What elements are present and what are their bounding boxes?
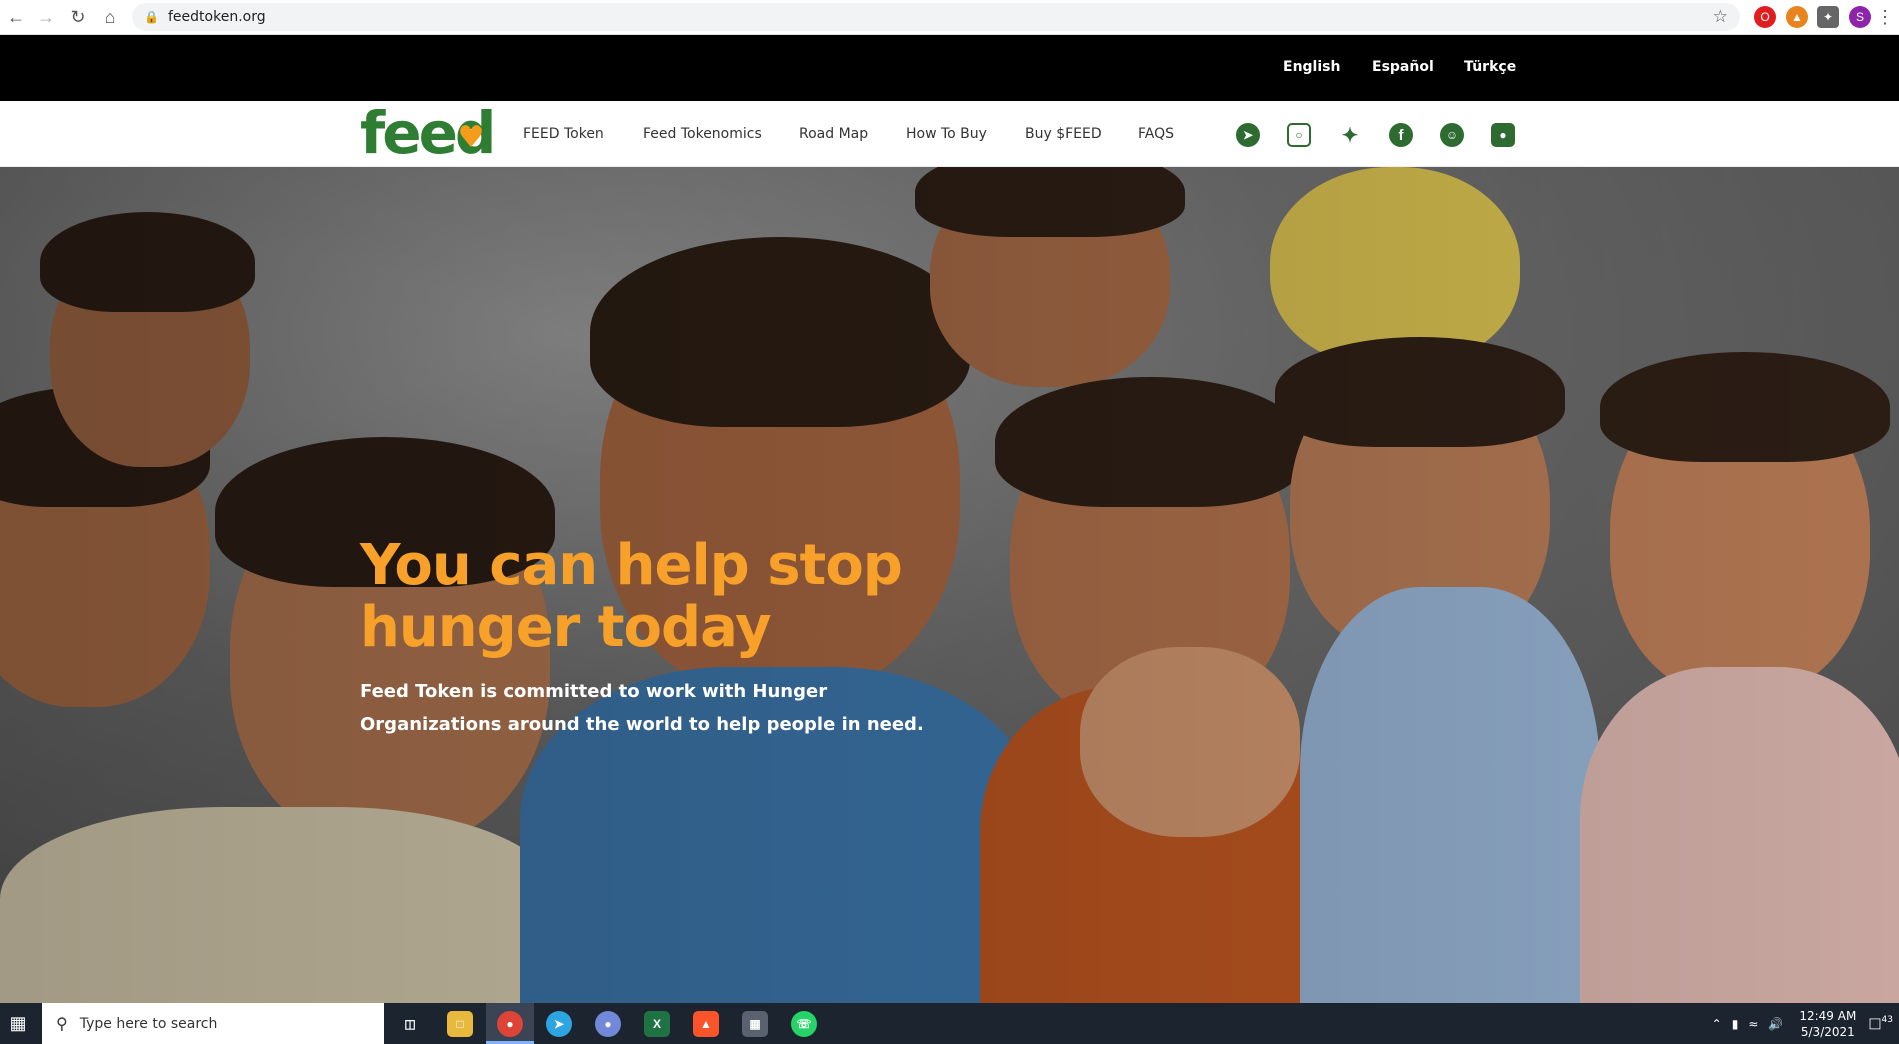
discord-icon[interactable]: ● bbox=[1491, 123, 1515, 147]
volume-icon[interactable]: 🔊 bbox=[1768, 1017, 1783, 1031]
metamask-extension-icon[interactable]: ▲ bbox=[1786, 6, 1808, 28]
main-navigation: feed♥ FEED Token Feed Tokenomics Road Ma… bbox=[0, 101, 1899, 167]
hero-title: You can help stop hunger today bbox=[360, 533, 903, 660]
notification-count: 43 bbox=[1881, 1015, 1893, 1026]
reddit-icon[interactable]: ☺ bbox=[1440, 123, 1464, 147]
twitter-icon[interactable]: ✦ bbox=[1338, 123, 1362, 147]
nav-feed-token[interactable]: FEED Token bbox=[523, 126, 604, 142]
extensions-puzzle-icon[interactable]: ✦ bbox=[1817, 6, 1839, 28]
lock-icon: 🔒 bbox=[144, 10, 159, 24]
windows-taskbar: ▦ ⚲ Type here to search ◫ □ ● ➤ ● X ▲ ▦ … bbox=[0, 1003, 1899, 1044]
file-explorer-icon[interactable]: □ bbox=[447, 1011, 473, 1037]
instagram-icon[interactable]: ○ bbox=[1287, 123, 1311, 147]
browser-toolbar: ← → ↻ ⌂ 🔒 feedtoken.org ☆ O ▲ ✦ S ⋮ bbox=[0, 0, 1899, 35]
nav-how-to-buy[interactable]: How To Buy bbox=[906, 126, 987, 142]
nav-faqs[interactable]: FAQS bbox=[1138, 126, 1174, 142]
language-bar: English Español Türkçe bbox=[0, 35, 1899, 101]
hero-subtitle: Feed Token is committed to work with Hun… bbox=[360, 681, 924, 735]
reload-icon[interactable]: ↻ bbox=[62, 1, 94, 33]
feed-logo[interactable]: feed♥ bbox=[360, 103, 498, 174]
whatsapp-icon[interactable]: ☏ bbox=[791, 1011, 817, 1037]
task-view-icon[interactable]: ◫ bbox=[397, 1011, 423, 1037]
address-bar[interactable]: 🔒 feedtoken.org ☆ bbox=[132, 3, 1740, 31]
calculator-icon[interactable]: ▦ bbox=[742, 1011, 768, 1037]
nav-buy-feed[interactable]: Buy $FEED bbox=[1025, 126, 1102, 142]
windows-start-icon[interactable]: ▦ bbox=[0, 1003, 36, 1044]
chrome-icon[interactable]: ● bbox=[497, 1011, 523, 1037]
telegram-icon[interactable]: ➤ bbox=[1236, 123, 1260, 147]
profile-avatar[interactable]: S bbox=[1849, 6, 1871, 28]
system-tray: ⌃ ▮ ≈ 🔊 12:49 AM 5/3/2021 □43 bbox=[1712, 1003, 1899, 1044]
notification-icon[interactable]: □43 bbox=[1868, 1015, 1893, 1032]
home-icon[interactable]: ⌂ bbox=[94, 1, 126, 33]
lang-turkce[interactable]: Türkçe bbox=[1464, 59, 1516, 75]
nav-road-map[interactable]: Road Map bbox=[799, 126, 868, 142]
back-icon[interactable]: ← bbox=[0, 1, 32, 33]
taskbar-search-box[interactable]: ⚲ Type here to search bbox=[42, 1003, 384, 1044]
clock-time: 12:49 AM bbox=[1799, 1008, 1857, 1023]
chevron-up-icon[interactable]: ⌃ bbox=[1712, 1017, 1722, 1031]
lang-espanol[interactable]: Español bbox=[1372, 59, 1434, 75]
url-text: feedtoken.org bbox=[168, 9, 266, 25]
facebook-icon[interactable]: f bbox=[1389, 123, 1413, 147]
telegram-app-icon[interactable]: ➤ bbox=[546, 1011, 572, 1037]
nav-feed-tokenomics[interactable]: Feed Tokenomics bbox=[643, 126, 762, 142]
brave-icon[interactable]: ▲ bbox=[693, 1011, 719, 1037]
excel-icon[interactable]: X bbox=[644, 1011, 670, 1037]
bookmark-star-icon[interactable]: ☆ bbox=[1713, 7, 1728, 27]
discord-app-icon[interactable]: ● bbox=[595, 1011, 621, 1037]
clock-date: 5/3/2021 bbox=[1800, 1024, 1855, 1039]
taskbar-search-placeholder: Type here to search bbox=[79, 1015, 218, 1032]
hero-section: You can help stop hunger today Feed Toke… bbox=[0, 167, 1899, 1003]
opera-extension-icon[interactable]: O bbox=[1754, 6, 1776, 28]
heart-icon: ♥ bbox=[457, 120, 485, 155]
browser-menu-icon[interactable]: ⋮ bbox=[1873, 1, 1897, 33]
lang-english[interactable]: English bbox=[1283, 59, 1340, 75]
search-icon: ⚲ bbox=[56, 1015, 68, 1033]
forward-icon[interactable]: → bbox=[30, 1, 62, 33]
taskbar-clock[interactable]: 12:49 AM 5/3/2021 bbox=[1799, 1008, 1856, 1040]
battery-icon[interactable]: ▮ bbox=[1732, 1017, 1739, 1031]
network-icon[interactable]: ≈ bbox=[1748, 1017, 1758, 1031]
